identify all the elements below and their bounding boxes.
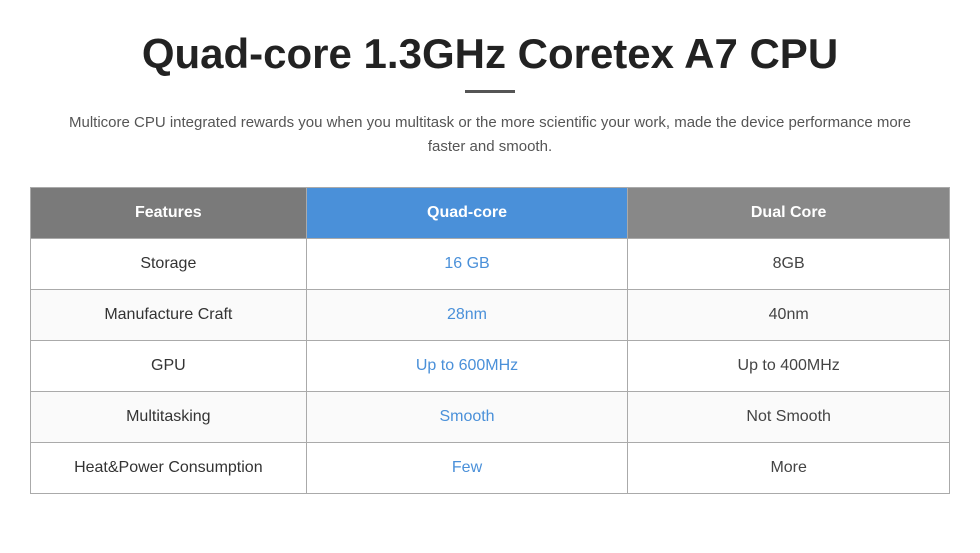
row-feature-label: Multitasking	[31, 392, 307, 443]
table-header-row: Features Quad-core Dual Core	[31, 188, 950, 239]
table-row: Heat&Power ConsumptionFewMore	[31, 443, 950, 494]
row-quad-value: Smooth	[306, 392, 628, 443]
row-dual-value: Up to 400MHz	[628, 341, 950, 392]
row-dual-value: 40nm	[628, 290, 950, 341]
row-feature-label: GPU	[31, 341, 307, 392]
row-feature-label: Manufacture Craft	[31, 290, 307, 341]
header-quad: Quad-core	[306, 188, 628, 239]
row-feature-label: Heat&Power Consumption	[31, 443, 307, 494]
page-title: Quad-core 1.3GHz Coretex A7 CPU	[142, 30, 838, 78]
header-features: Features	[31, 188, 307, 239]
row-feature-label: Storage	[31, 239, 307, 290]
row-dual-value: More	[628, 443, 950, 494]
row-dual-value: 8GB	[628, 239, 950, 290]
comparison-table: Features Quad-core Dual Core Storage16 G…	[30, 187, 950, 494]
table-row: Storage16 GB8GB	[31, 239, 950, 290]
row-quad-value: 28nm	[306, 290, 628, 341]
table-row: GPUUp to 600MHzUp to 400MHz	[31, 341, 950, 392]
row-dual-value: Not Smooth	[628, 392, 950, 443]
row-quad-value: Up to 600MHz	[306, 341, 628, 392]
row-quad-value: 16 GB	[306, 239, 628, 290]
page-subtitle: Multicore CPU integrated rewards you whe…	[55, 111, 925, 159]
row-quad-value: Few	[306, 443, 628, 494]
header-dual: Dual Core	[628, 188, 950, 239]
table-row: Manufacture Craft28nm40nm	[31, 290, 950, 341]
title-divider	[465, 90, 515, 93]
table-row: MultitaskingSmoothNot Smooth	[31, 392, 950, 443]
